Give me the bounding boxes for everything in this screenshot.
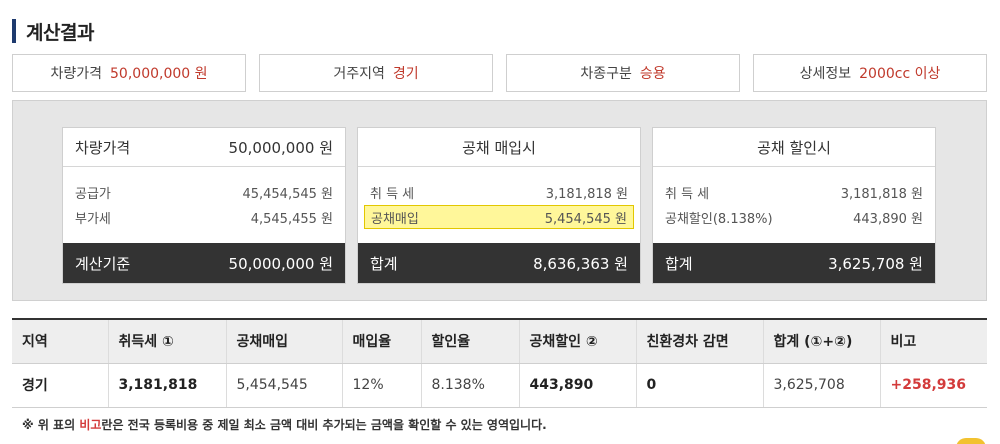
summary-region: 거주지역 경기 xyxy=(259,54,493,92)
card-body: 공급가 45,454,545 원 부가세 4,545,455 원 xyxy=(63,167,345,242)
cell-bond-purchase: 5,454,545 xyxy=(226,363,343,408)
col-header-acquisition-tax: 취득세 ① xyxy=(108,319,227,364)
card-title: 공채 매입시 xyxy=(462,138,536,157)
footnote-prefix: ※ 위 표의 xyxy=(22,418,80,432)
col-header-region: 지역 xyxy=(12,319,109,364)
col-header-total: 합계 (①+②) xyxy=(763,319,881,364)
card-header: 공채 할인시 xyxy=(653,128,935,167)
summary-label: 차량가격 xyxy=(50,66,103,82)
row-label: 부가세 xyxy=(75,212,111,227)
footnote-emphasis: 비고 xyxy=(79,418,102,432)
summary-vehicle-price: 차량가격 50,000,000 원 xyxy=(12,54,246,92)
card-bond-purchase: 공채 매입시 취 득 세 3,181,818 원 공채매입 5,454,545 … xyxy=(357,127,641,284)
cell-acquisition-tax: 3,181,818 xyxy=(108,363,227,408)
card-row-bond-purchase-highlight: 공채매입 5,454,545 원 xyxy=(364,205,634,229)
row-label: 공채할인(8.138%) xyxy=(665,212,773,227)
col-header-bond-purchase: 공채매입 xyxy=(226,319,343,364)
row-value: 3,181,818 원 xyxy=(840,187,923,202)
summary-value: 2000cc 이상 xyxy=(859,66,941,82)
summary-value: 승용 xyxy=(639,66,666,82)
row-value: 443,890 원 xyxy=(853,212,923,227)
cell-eco-reduction: 0 xyxy=(636,363,764,408)
summary-label: 차종구분 xyxy=(580,66,632,82)
table-row: 경기 3,181,818 5,454,545 12% 8.138% 443,89… xyxy=(12,363,987,408)
row-value: 5,454,545 원 xyxy=(544,211,627,227)
floating-button-edge[interactable] xyxy=(956,438,986,444)
summary-vehicle-type: 차종구분 승용 xyxy=(506,54,740,92)
card-row-vat: 부가세 4,545,455 원 xyxy=(75,205,333,230)
result-cards-panel: 차량가격 50,000,000 원 공급가 45,454,545 원 부가세 4… xyxy=(12,100,987,301)
row-value: 45,454,545 원 xyxy=(242,187,333,202)
cell-bond-discount: 443,890 xyxy=(519,363,637,408)
row-label: 공급가 xyxy=(75,187,111,202)
summary-detail: 상세정보 2000cc 이상 xyxy=(753,54,987,92)
row-label: 공채매입 xyxy=(371,211,419,227)
col-header-purchase-rate: 매입율 xyxy=(342,319,422,364)
result-table: 지역 취득세 ① 공채매입 매입율 할인율 공채할인 ② 친환경차 감면 합계 … xyxy=(12,318,987,408)
summary-label: 거주지역 xyxy=(333,66,385,82)
page-title: 계산결과 xyxy=(26,21,94,44)
card-footer: 합계 3,625,708 원 xyxy=(653,243,935,283)
summary-row: 차량가격 50,000,000 원 거주지역 경기 차종구분 승용 상세정보 2… xyxy=(12,54,987,92)
footnote-text: 란은 전국 등록비용 중 제일 최소 금액 대비 추가되는 금액을 확인할 수 … xyxy=(101,418,547,432)
title-accent-bar xyxy=(12,19,16,43)
row-label: 취 득 세 xyxy=(370,187,415,202)
row-label: 취 득 세 xyxy=(665,187,710,202)
section-title: 계산결과 xyxy=(12,18,94,44)
footer-label: 합계 xyxy=(665,254,693,273)
summary-value: 경기 xyxy=(392,66,419,82)
card-vehicle-price: 차량가격 50,000,000 원 공급가 45,454,545 원 부가세 4… xyxy=(62,127,346,284)
row-value: 3,181,818 원 xyxy=(545,187,628,202)
summary-value: 50,000,000 원 xyxy=(110,66,208,82)
col-header-bond-discount: 공채할인 ② xyxy=(519,319,637,364)
card-header-value: 50,000,000 원 xyxy=(228,138,333,157)
footer-value: 8,636,363 원 xyxy=(533,254,628,273)
cell-total: 3,625,708 xyxy=(763,363,881,408)
result-table-wrap: 지역 취득세 ① 공채매입 매입율 할인율 공채할인 ② 친환경차 감면 합계 … xyxy=(12,318,987,408)
footer-value: 50,000,000 원 xyxy=(228,254,333,273)
card-body: 취 득 세 3,181,818 원 공채매입 5,454,545 원 xyxy=(358,167,640,242)
card-row-bond-discount: 공채할인(8.138%) 443,890 원 xyxy=(665,205,923,230)
cell-purchase-rate: 12% xyxy=(342,363,422,408)
col-header-discount-rate: 할인율 xyxy=(421,319,520,364)
col-header-remark: 비고 xyxy=(880,319,987,364)
cell-discount-rate: 8.138% xyxy=(421,363,520,408)
cell-remark: +258,936 xyxy=(880,363,987,408)
card-footer: 계산기준 50,000,000 원 xyxy=(63,243,345,283)
card-header-label: 차량가격 xyxy=(75,138,131,157)
card-body: 취 득 세 3,181,818 원 공채할인(8.138%) 443,890 원 xyxy=(653,167,935,242)
col-header-eco-reduction: 친환경차 감면 xyxy=(636,319,764,364)
summary-label: 상세정보 xyxy=(799,66,852,82)
footer-label: 계산기준 xyxy=(75,254,131,273)
card-footer: 합계 8,636,363 원 xyxy=(358,243,640,283)
card-header: 공채 매입시 xyxy=(358,128,640,167)
footer-label: 합계 xyxy=(370,254,398,273)
card-row-supply: 공급가 45,454,545 원 xyxy=(75,180,333,205)
card-row-acquisition-tax: 취 득 세 3,181,818 원 xyxy=(370,180,628,205)
card-header: 차량가격 50,000,000 원 xyxy=(63,128,345,167)
card-title: 공채 할인시 xyxy=(757,138,831,157)
footnote: ※ 위 표의 비고란은 전국 등록비용 중 제일 최소 금액 대비 추가되는 금… xyxy=(22,416,547,433)
card-row-acquisition-tax: 취 득 세 3,181,818 원 xyxy=(665,180,923,205)
cell-region: 경기 xyxy=(12,363,109,408)
row-value: 4,545,455 원 xyxy=(250,212,333,227)
card-bond-discount: 공채 할인시 취 득 세 3,181,818 원 공채할인(8.138%) 44… xyxy=(652,127,936,284)
table-header-row: 지역 취득세 ① 공채매입 매입율 할인율 공채할인 ② 친환경차 감면 합계 … xyxy=(12,319,987,364)
footer-value: 3,625,708 원 xyxy=(828,254,923,273)
